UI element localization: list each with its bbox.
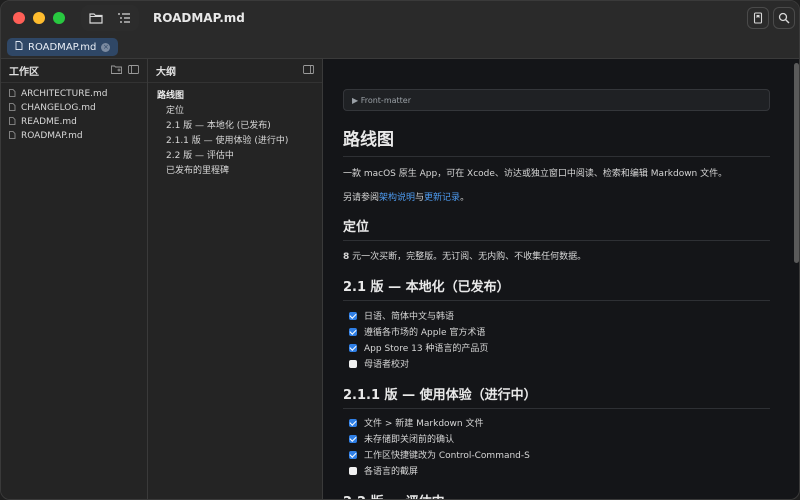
checkbox[interactable] (349, 359, 357, 368)
toolbar-left-group (81, 5, 139, 31)
document-icon (9, 88, 17, 100)
task-item: App Store 13 种语言的产品页 (349, 341, 488, 354)
positioning-paragraph: 8 元一次买断，完整版。无订阅、无内购、不收集任何数据。 (343, 249, 586, 262)
app-window: ROADMAP.md ROADMAP.md × 工作区 ARCHITECTURE… (0, 0, 800, 500)
task-item: 遵循各市场的 Apple 官方术语 (349, 325, 485, 338)
checkbox[interactable] (349, 466, 357, 475)
file-name: ROADMAP.md (21, 131, 83, 141)
see-also-prefix: 另请参阅 (343, 193, 380, 203)
see-also-suffix: 。 (460, 193, 470, 203)
workspace-panel: 工作区 ARCHITECTURE.md CHANGELOG.md README.… (1, 59, 148, 499)
task-label: 日语、简体中文与韩语 (364, 312, 455, 322)
minimize-window-button[interactable] (33, 12, 45, 24)
outline-header: 大纲 (148, 59, 322, 83)
file-name: README.md (21, 117, 77, 127)
close-tab-icon[interactable]: × (101, 42, 111, 52)
outline-item[interactable]: 已发布的里程碑 (148, 162, 322, 177)
outline-item[interactable]: 2.1 版 — 本地化 (已发布) (148, 117, 322, 132)
file-name: CHANGELOG.md (21, 103, 96, 113)
outline-title: 大纲 (156, 67, 176, 78)
task-label: 母语者校对 (364, 360, 410, 370)
task-label: 各语言的截屏 (364, 467, 419, 477)
checkbox[interactable] (349, 343, 357, 352)
task-item: 日语、简体中文与韩语 (349, 309, 454, 322)
outline-item[interactable]: 路线图 (148, 87, 322, 102)
outline-item[interactable]: 2.2 版 — 评估中 (148, 147, 322, 162)
checkbox[interactable] (349, 418, 357, 427)
task-label: App Store 13 种语言的产品页 (364, 344, 489, 354)
outline-list-icon[interactable] (113, 7, 135, 29)
task-label: 文件 > 新建 Markdown 文件 (364, 419, 484, 429)
task-item: 未存储即关闭前的确认 (349, 432, 454, 445)
search-icon[interactable] (773, 7, 795, 29)
file-name: ARCHITECTURE.md (21, 89, 108, 99)
bookmark-icon[interactable] (747, 7, 769, 29)
outline-panel: 大纲 路线图 定位 2.1 版 — 本地化 (已发布) 2.1.1 版 — 使用… (148, 59, 323, 499)
workspace-header-icons (111, 64, 139, 77)
document-icon (9, 130, 17, 142)
tab-bar: ROADMAP.md × (1, 35, 799, 59)
file-item[interactable]: ARCHITECTURE.md (1, 87, 147, 101)
positioning-text: 元一次买断，完整版。无订阅、无内购、不收集任何数据。 (349, 252, 587, 262)
frontmatter-disclosure[interactable]: ▶ Front-matter (343, 89, 770, 111)
workspace-header: 工作区 (1, 59, 147, 83)
document-icon (9, 116, 17, 128)
outline-item[interactable]: 定位 (148, 102, 322, 117)
window-controls (13, 12, 65, 24)
task-item: 各语言的截屏 (349, 464, 418, 477)
checkbox[interactable] (349, 450, 357, 459)
outline-list: 路线图 定位 2.1 版 — 本地化 (已发布) 2.1.1 版 — 使用体验 … (148, 83, 322, 181)
tab-label: ROADMAP.md (28, 41, 97, 53)
task-item: 工作区快捷键改为 Control-Command-S (349, 448, 530, 461)
zoom-window-button[interactable] (53, 12, 65, 24)
document-icon (15, 41, 23, 53)
checkbox[interactable] (349, 434, 357, 443)
tab-roadmap[interactable]: ROADMAP.md × (7, 38, 119, 56)
see-also-and: 与 (415, 193, 425, 203)
file-item[interactable]: ROADMAP.md (1, 129, 147, 143)
folder-icon[interactable] (85, 7, 107, 29)
see-also-paragraph: 另请参阅架构说明与更新记录。 (343, 190, 469, 203)
intro-paragraph: 一款 macOS 原生 App，可在 Xcode、访达或独立窗口中阅读、检索和编… (343, 169, 728, 179)
section-heading-v211: 2.1.1 版 — 使用体验（进行中） (343, 384, 770, 409)
task-item: 母语者校对 (349, 357, 409, 370)
document-view: ▶ Front-matter 路线图 一款 macOS 原生 App，可在 Xc… (323, 59, 799, 499)
section-heading-v21: 2.1 版 — 本地化（已发布） (343, 276, 770, 301)
window-title: ROADMAP.md (153, 11, 245, 25)
section-heading-positioning: 定位 (343, 216, 770, 241)
section-heading-v22: 2.2 版 — 评估中 (343, 491, 770, 499)
checkbox[interactable] (349, 311, 357, 320)
sidebar-toggle-icon[interactable] (128, 64, 139, 77)
document-icon (9, 102, 17, 114)
architecture-link[interactable]: 架构说明 (379, 193, 415, 203)
workspace-title: 工作区 (9, 67, 39, 78)
toolbar-right-group (747, 7, 795, 29)
outline-item[interactable]: 2.1.1 版 — 使用体验 (进行中) (148, 132, 322, 147)
task-label: 遵循各市场的 Apple 官方术语 (364, 328, 486, 338)
sidebar-toggle-icon[interactable] (303, 64, 314, 77)
file-item[interactable]: README.md (1, 115, 147, 129)
new-folder-icon[interactable] (111, 65, 122, 77)
task-label: 工作区快捷键改为 Control-Command-S (364, 451, 530, 461)
file-item[interactable]: CHANGELOG.md (1, 101, 147, 115)
changelog-link[interactable]: 更新记录 (424, 193, 460, 203)
close-window-button[interactable] (13, 12, 25, 24)
task-item: 文件 > 新建 Markdown 文件 (349, 416, 483, 429)
task-label: 未存储即关闭前的确认 (364, 435, 455, 445)
checkbox[interactable] (349, 327, 357, 336)
outline-header-icons (303, 64, 314, 77)
page-title: 路线图 (343, 125, 770, 157)
title-bar: ROADMAP.md (1, 1, 799, 35)
file-list: ARCHITECTURE.md CHANGELOG.md README.md R… (1, 83, 147, 147)
scrollbar[interactable] (794, 63, 799, 263)
